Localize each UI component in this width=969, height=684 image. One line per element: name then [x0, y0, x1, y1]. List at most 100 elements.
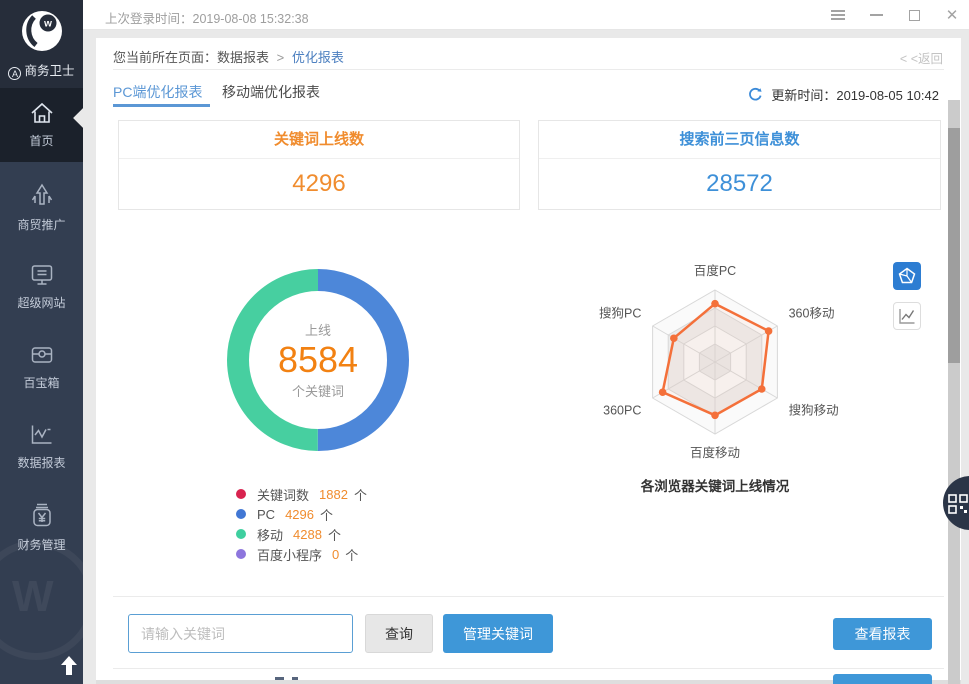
minimize-icon[interactable]	[861, 0, 891, 30]
radar-chart: 百度PC360移动搜狗移动百度移动360PC搜狗PC	[580, 264, 850, 464]
menu-icon[interactable]	[823, 0, 853, 30]
radar-data-point	[659, 388, 667, 396]
scrollbar-track[interactable]	[948, 100, 960, 684]
app-logo-icon: w	[20, 9, 64, 53]
legend-label: 关键词数	[257, 485, 309, 504]
scroll-top-arrow-icon[interactable]	[60, 656, 78, 676]
window-controls: ✕	[823, 0, 967, 30]
last-login-text: 上次登录时间：2019-08-08 15:32:38	[105, 8, 309, 27]
sidebar-item-label: 数据报表	[17, 456, 65, 470]
divider	[113, 69, 944, 70]
legend-unit: 个	[320, 505, 333, 524]
radar-data-point	[765, 327, 773, 335]
svg-text:w: w	[43, 19, 52, 30]
legend-unit: 个	[345, 545, 358, 564]
titlebar: 上次登录时间：2019-08-08 15:32:38 ✕	[83, 0, 969, 30]
stat-card-keywords-online: 关键词上线数 4296	[118, 120, 520, 210]
legend-item: 百度小程序0个	[236, 544, 367, 564]
active-tab-underline	[113, 104, 210, 107]
sidebar-item-website[interactable]: 超级网站	[0, 248, 83, 328]
sidebar-item-label: 百宝箱	[23, 376, 59, 390]
breadcrumb-section: 数据报表	[217, 50, 269, 65]
sidebar-item-label: 首页	[29, 134, 53, 148]
radar-axis-label: 搜狗移动	[789, 403, 839, 418]
tab-pc-report[interactable]: PC端优化报表	[113, 82, 202, 102]
legend-unit: 个	[354, 485, 367, 504]
toolbox-icon	[28, 342, 56, 368]
breadcrumb-prefix: 您当前所在页面：	[113, 50, 217, 65]
legend-value: 1882	[319, 487, 348, 502]
legend-unit: 个	[328, 525, 341, 544]
stat-card-title: 关键词上线数	[119, 121, 519, 159]
maximize-icon[interactable]	[899, 0, 929, 30]
close-icon[interactable]: ✕	[937, 0, 967, 30]
donut-chart	[227, 269, 409, 451]
brand-mark-icon: A	[8, 67, 21, 80]
keyword-input[interactable]	[128, 614, 353, 653]
refresh-icon[interactable]	[747, 86, 764, 103]
brand: A商务卫士	[0, 60, 83, 80]
breadcrumb-separator: >	[277, 50, 285, 65]
brand-label: 商务卫士	[24, 64, 74, 78]
manage-keywords-button[interactable]: 管理关键词	[443, 614, 553, 653]
legend-dot-icon	[236, 489, 246, 499]
legend-dot-icon	[236, 509, 246, 519]
legend-value: 4296	[285, 507, 314, 522]
sidebar-item-toolbox[interactable]: 百宝箱	[0, 328, 83, 408]
legend-value: 4288	[293, 527, 322, 542]
donut-segment-移动	[238, 280, 318, 440]
breadcrumb-current[interactable]: 优化报表	[292, 50, 344, 65]
legend-label: 移动	[257, 525, 283, 544]
tab-mobile-report[interactable]: 移动端优化报表	[222, 82, 320, 102]
scrollbar-thumb[interactable]	[948, 128, 960, 363]
radar-data-point	[758, 385, 766, 393]
line-chart-icon	[897, 306, 917, 326]
sidebar-item-home[interactable]: 首页	[0, 88, 83, 162]
radar-pentagon-icon	[897, 266, 917, 286]
divider	[113, 596, 944, 597]
stat-card-value: 28572	[539, 159, 940, 209]
divider	[113, 668, 944, 669]
clipped-content-mark	[292, 677, 298, 680]
main-panel: 您当前所在页面：数据报表 > 优化报表 < <返回 PC端优化报表 移动端优化报…	[96, 38, 961, 684]
sidebar: w A商务卫士 首页 商贸推广 超级网站	[0, 0, 83, 684]
radar-axis-label: 百度移动	[690, 445, 740, 460]
view-report-button[interactable]: 查看报表	[833, 618, 932, 650]
donut-legend: 关键词数1882个PC4296个移动4288个百度小程序0个	[236, 484, 367, 564]
radar-data-point	[711, 411, 719, 419]
legend-label: PC	[257, 507, 275, 522]
chart-line-icon	[28, 422, 56, 448]
stat-card-title: 搜索前三页信息数	[539, 121, 940, 159]
sidebar-item-reports[interactable]: 数据报表	[0, 408, 83, 488]
radar-axis-label: 百度PC	[694, 264, 736, 278]
stat-card-top3-pages: 搜索前三页信息数 28572	[538, 120, 941, 210]
bottom-strip	[96, 680, 961, 684]
radar-view-button[interactable]	[893, 262, 921, 290]
donut-segment-PC	[318, 280, 398, 440]
radar-axis-label: 360PC	[603, 404, 641, 418]
breadcrumb: 您当前所在页面：数据报表 > 优化报表	[113, 47, 344, 66]
sidebar-item-promotion[interactable]: 商贸推广	[0, 168, 83, 248]
update-time-row: 更新时间：2019-08-05 10:42	[747, 85, 939, 104]
logo-block: w A商务卫士	[0, 0, 83, 88]
radar-axis-label: 360移动	[789, 307, 835, 321]
radar-data-point	[670, 334, 678, 342]
qr-code-icon	[948, 494, 968, 514]
promotion-icon	[28, 182, 56, 210]
radar-chart-title: 各浏览器关键词上线情况	[580, 475, 850, 495]
home-icon	[28, 100, 56, 126]
line-view-button[interactable]	[893, 302, 921, 330]
view-report-button-partial[interactable]	[833, 674, 932, 684]
app-window: w A商务卫士 首页 商贸推广 超级网站	[0, 0, 969, 684]
legend-value: 0	[332, 547, 339, 562]
radar-data-point	[711, 300, 719, 308]
update-time-text: 更新时间：2019-08-05 10:42	[771, 85, 939, 104]
watermark-w: W	[12, 572, 54, 622]
back-link[interactable]: < <返回	[900, 48, 943, 67]
clipped-content-mark	[275, 677, 284, 680]
legend-item: 关键词数 1882 个	[236, 484, 367, 504]
stat-card-value: 4296	[119, 159, 519, 209]
query-button[interactable]: 查询	[365, 614, 433, 653]
legend-dot-icon	[236, 529, 246, 539]
sidebar-item-label: 商贸推广	[17, 218, 65, 232]
